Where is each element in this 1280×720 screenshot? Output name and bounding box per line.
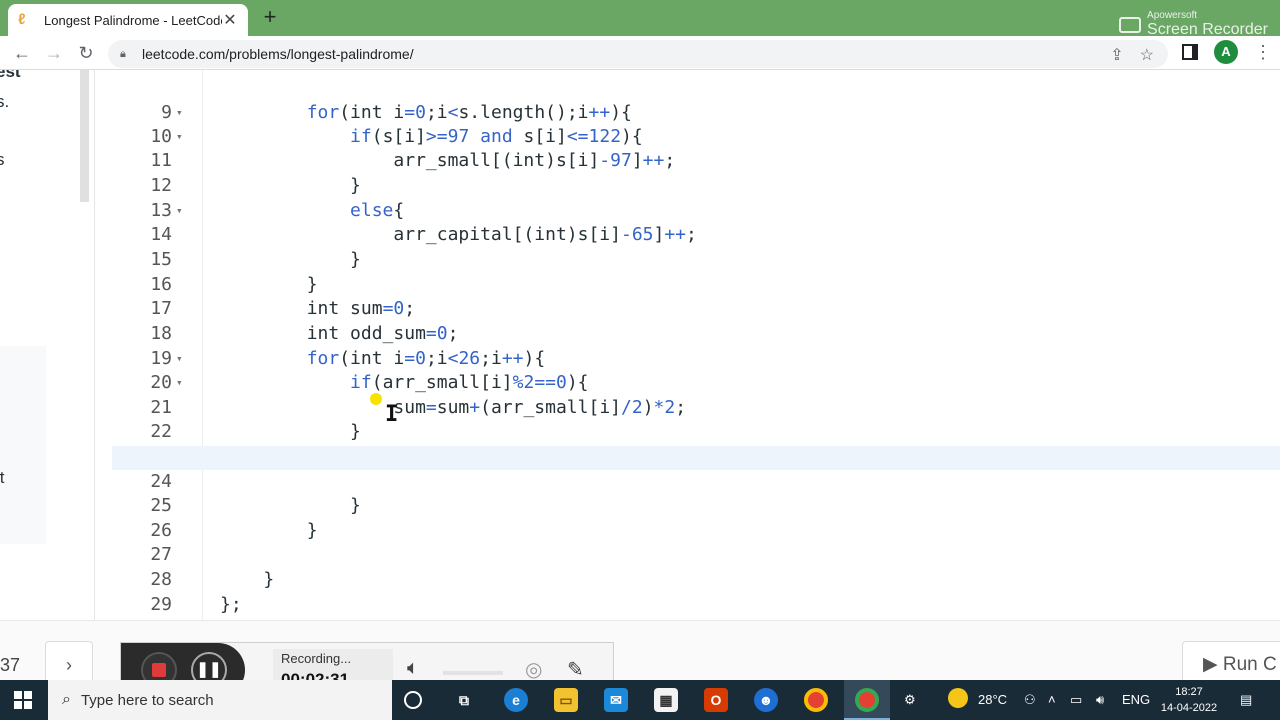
pen-icon[interactable]: ✎ — [567, 657, 584, 682]
watermark-line1: Apowersoft — [1147, 10, 1198, 21]
code-line[interactable]: 13 ▾ else{ — [112, 175, 1280, 221]
run-code-label: Run C — [1222, 654, 1277, 675]
edge-browser-icon[interactable]: e — [504, 688, 528, 712]
code-line[interactable]: 29}; — [112, 569, 1280, 615]
language-indicator[interactable]: ENG — [1122, 692, 1150, 707]
people-tray-icon[interactable]: ⚇ — [1024, 692, 1036, 708]
clock-time: 18:27 — [1175, 686, 1203, 698]
code-editor[interactable]: 9 ▾ for(int i=0;i<s.length();i++){ 10 ▾ if… — [112, 70, 1280, 620]
clock-date: 14-04-2022 — [1160, 702, 1218, 714]
office-icon[interactable]: O — [704, 688, 728, 712]
code-text: }; — [220, 594, 242, 615]
browser-tab-bar: ℓ Longest Palindrome - LeetCode ✕ + Apow… — [0, 0, 1280, 39]
recorder-watermark: Apowersoft Screen Recorder — [1119, 10, 1268, 39]
webcam-icon[interactable]: ◎ — [525, 657, 542, 682]
windows-taskbar: ⌕ Type here to search ⧉ e ▭ ✉ ▦ O ☻ ⚙ 28… — [0, 680, 1280, 720]
tab-close-icon[interactable]: ✕ — [222, 10, 238, 30]
code-line[interactable]: 16 } — [112, 249, 1280, 295]
taskbar-search[interactable]: ⌕ Type here to search — [48, 680, 392, 720]
menu-dots-icon[interactable]: ⋮ — [1254, 42, 1272, 63]
new-tab-button[interactable]: + — [258, 4, 282, 30]
chrome-icon[interactable] — [804, 688, 828, 712]
lock-icon: 🔒︎ — [120, 48, 126, 60]
code-line[interactable]: 11 arr_small[(int)s[i]-97]++; — [112, 125, 1280, 171]
forward-arrow-icon[interactable]: → — [42, 41, 66, 65]
reload-icon[interactable]: ↻ — [74, 41, 98, 65]
description-fragment: s — [0, 150, 5, 170]
line-number: 29 — [150, 594, 172, 615]
code-line-active[interactable]: 24 — [112, 446, 1280, 492]
weather-sun-icon[interactable] — [948, 688, 968, 708]
settings-tray-icon[interactable]: ⚙ — [904, 692, 916, 708]
code-line[interactable]: 21 sum=sum+(arr_small[i]/2)*2; — [112, 372, 1280, 418]
example-box — [0, 346, 46, 544]
browser-tab[interactable]: ℓ Longest Palindrome - LeetCode ✕ — [8, 4, 248, 36]
notifications-icon[interactable]: ▤ — [1240, 692, 1252, 708]
code-line[interactable]: 9 ▾ for(int i=0;i<s.length();i++){ — [112, 77, 1280, 123]
task-view-icon[interactable]: ⧉ — [452, 688, 476, 712]
code-line[interactable]: 27 — [112, 519, 1280, 565]
leetcode-favicon-icon: ℓ — [18, 11, 26, 28]
url-text: leetcode.com/problems/longest-palindrome… — [142, 46, 414, 62]
search-icon: ⌕ — [62, 691, 71, 708]
text-cursor-icon: I — [385, 402, 399, 427]
chrome-profile-icon[interactable] — [855, 688, 879, 712]
mouse-highlight-dot — [370, 393, 382, 405]
battery-icon[interactable]: ▭ — [1070, 692, 1082, 708]
code-line[interactable]: 18 int odd_sum=0; — [112, 298, 1280, 344]
browser-toolbar: ← → ↻ 🔒︎ leetcode.com/problems/longest-p… — [0, 36, 1280, 70]
description-scrollbar[interactable] — [80, 70, 89, 202]
code-line[interactable]: 28 } — [112, 544, 1280, 590]
description-fragment: est — [0, 70, 21, 81]
code-line[interactable]: 10 ▾ if(s[i]>=97 and s[i]<=122){ — [112, 101, 1280, 147]
bookmark-star-icon[interactable]: ☆ — [1140, 45, 1154, 65]
code-line[interactable]: 12 } — [112, 150, 1280, 196]
address-bar[interactable]: 🔒︎ leetcode.com/problems/longest-palindr… — [108, 40, 1168, 68]
taskbar-search-placeholder: Type here to search — [80, 691, 214, 709]
code-line[interactable]: 23▾ else if(arr_small[i]%2!=0){ — [112, 421, 1280, 467]
side-panel-icon[interactable] — [1182, 44, 1198, 60]
profile-avatar[interactable]: A — [1214, 40, 1238, 64]
code-line[interactable]: 19 ▾ for(int i=0;i<26;i++){ — [112, 323, 1280, 369]
code-line[interactable]: 17 int sum=0; — [112, 273, 1280, 319]
cortana-icon[interactable] — [404, 691, 422, 709]
tab-title: Longest Palindrome - LeetCode — [44, 12, 222, 28]
back-arrow-icon[interactable]: ← — [10, 41, 34, 65]
problem-description-panel: est s. s lt — [0, 70, 95, 620]
speaker-icon[interactable]: 🔈︎ — [407, 657, 419, 680]
recording-label: Recording... — [281, 651, 352, 666]
mail-icon[interactable]: ✉ — [604, 688, 628, 712]
description-fragment: lt — [0, 468, 5, 487]
code-line[interactable]: 22 } — [112, 396, 1280, 442]
code-line[interactable]: 14 arr_capital[(int)s[i]-65]++; — [112, 199, 1280, 245]
volume-slider[interactable] — [443, 671, 503, 675]
windows-start-icon[interactable] — [14, 691, 32, 709]
volume-icon[interactable]: 🔊︎ — [1096, 692, 1104, 708]
active-chrome-window[interactable] — [844, 680, 890, 720]
store-icon[interactable]: ▦ — [654, 688, 678, 712]
description-fragment: s. — [0, 92, 10, 111]
problem-number: 37 — [0, 655, 21, 675]
weather-temperature[interactable]: 28°C — [978, 692, 1007, 707]
camera-icon — [1119, 16, 1142, 33]
taskbar-clock[interactable]: 18:27 14-04-2022 — [1158, 684, 1220, 716]
share-icon[interactable]: ⇪ — [1110, 45, 1123, 65]
code-line[interactable]: 15 } — [112, 224, 1280, 270]
user-app-icon[interactable]: ☻ — [754, 688, 778, 712]
code-line[interactable]: 25 } — [112, 470, 1280, 516]
code-line[interactable]: 26 } — [112, 495, 1280, 541]
code-line[interactable]: 20 ▾ if(arr_small[i]%2==0){ — [112, 347, 1280, 393]
chevron-up-icon[interactable]: ˄ — [1048, 692, 1056, 707]
file-explorer-icon[interactable]: ▭ — [554, 688, 578, 712]
